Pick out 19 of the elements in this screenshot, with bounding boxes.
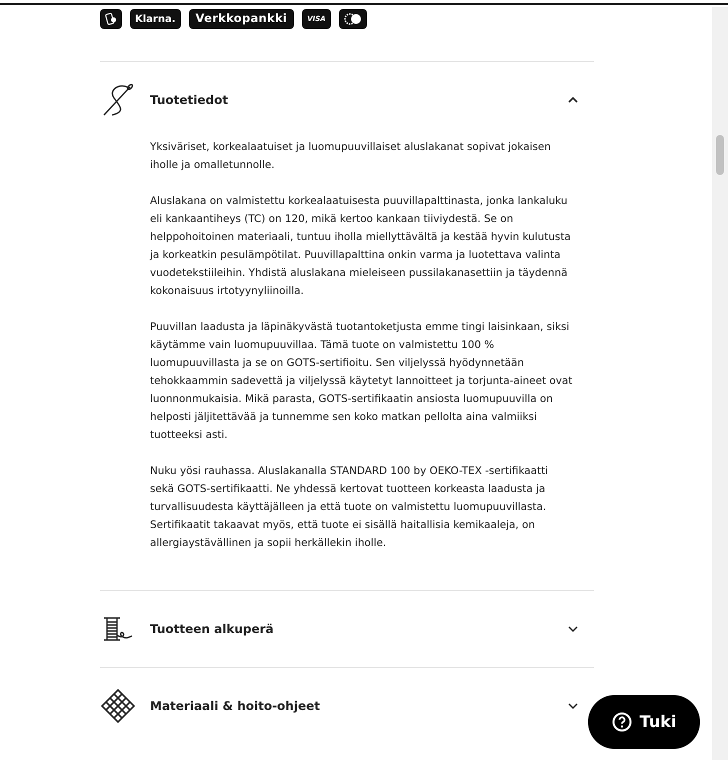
help-icon (612, 712, 632, 732)
accordion-header[interactable]: Tuotetiedot (100, 62, 578, 138)
scrollbar[interactable] (712, 7, 728, 760)
support-button[interactable]: Tuki (588, 695, 700, 749)
paragraph: Puuvillan laadusta ja läpinäkyvästä tuotantoketjusta emme tingi laisinkaan, siksi käytämme vain luomupuuvillaa. Tämä tuote on valmistettu 100 % luomupuuvillasta ja se on GOTS-sertifioitu. Sen viljelyssä hyödynnetään tehokkaammin sadevettä ja viljelyssä käytetyt lannoitteet ja torjunta-aineet ovat luonnonmukaisia. Mikä parasta, GOTS-sertifikaatin ansiosta luomupuuvilla on helposti jäljitettävää ja tunnemme sen koko matkan pellolta aina valmiiksi tuotteeksi asti. (150, 320, 574, 443)
woven-fabric-icon (100, 688, 136, 724)
scrollbar-thumb[interactable] (716, 135, 724, 175)
accordion-header[interactable]: Tuotteen alkuperä (100, 591, 578, 667)
card-logo-icon (338, 9, 367, 29)
paragraph: Aluslakana on valmistettu korkealaatuisesta puuvillapalttinasta, jonka lankaluku eli kankaantiheys (TC) on 120, mikä kertoo kankaan tiiviydestä. Se on helppohoitoinen materiaali, tuntuu iholla miellyttävältä ja kestää hyvin kulutusta ja korkeatkin pesulämpötilat. Puuvillapalttina onkin varma ja luotettava valinta vuodetekstiileihin. Yhdistä aluslakana mieleiseen pussilakanasettiin ja täydennä kokonaisuus irtotyynyliinoilla. (150, 194, 572, 299)
paragraph: Yksiväriset, korkealaatuiset ja luomupuuvillaiset aluslakanat sopivat jokaisen iholle ja omalletunnolle. (150, 140, 552, 173)
chevron-down-icon (568, 703, 578, 709)
accordion-header[interactable]: Materiaali & hoito-ohjeet (100, 668, 578, 744)
payment-badge: Klarna. (130, 9, 181, 29)
paragraph: Nuku yösi rauhassa. Aluslakanalla STANDARD 100 by OEKO-TEX -sertifikaatti sekä GOTS-sertifikaatti. Ne yhdessä kertovat tuotteen korkeasta laadusta ja turvallisuudesta käyttäjälleen ja että tuote on valmistettu luomupuuvillasta. Sertifikaatit takaavat myös, että tuote ei sisällä haitallisia kemikaaleja, on allergiaystävällinen ja sopii herkällekin iholle. (150, 464, 550, 551)
mobile-payment-icon (100, 9, 122, 29)
chevron-up-icon (568, 97, 578, 103)
chevron-down-icon (568, 626, 578, 632)
payment-badge: Verkkopankki (188, 9, 294, 29)
